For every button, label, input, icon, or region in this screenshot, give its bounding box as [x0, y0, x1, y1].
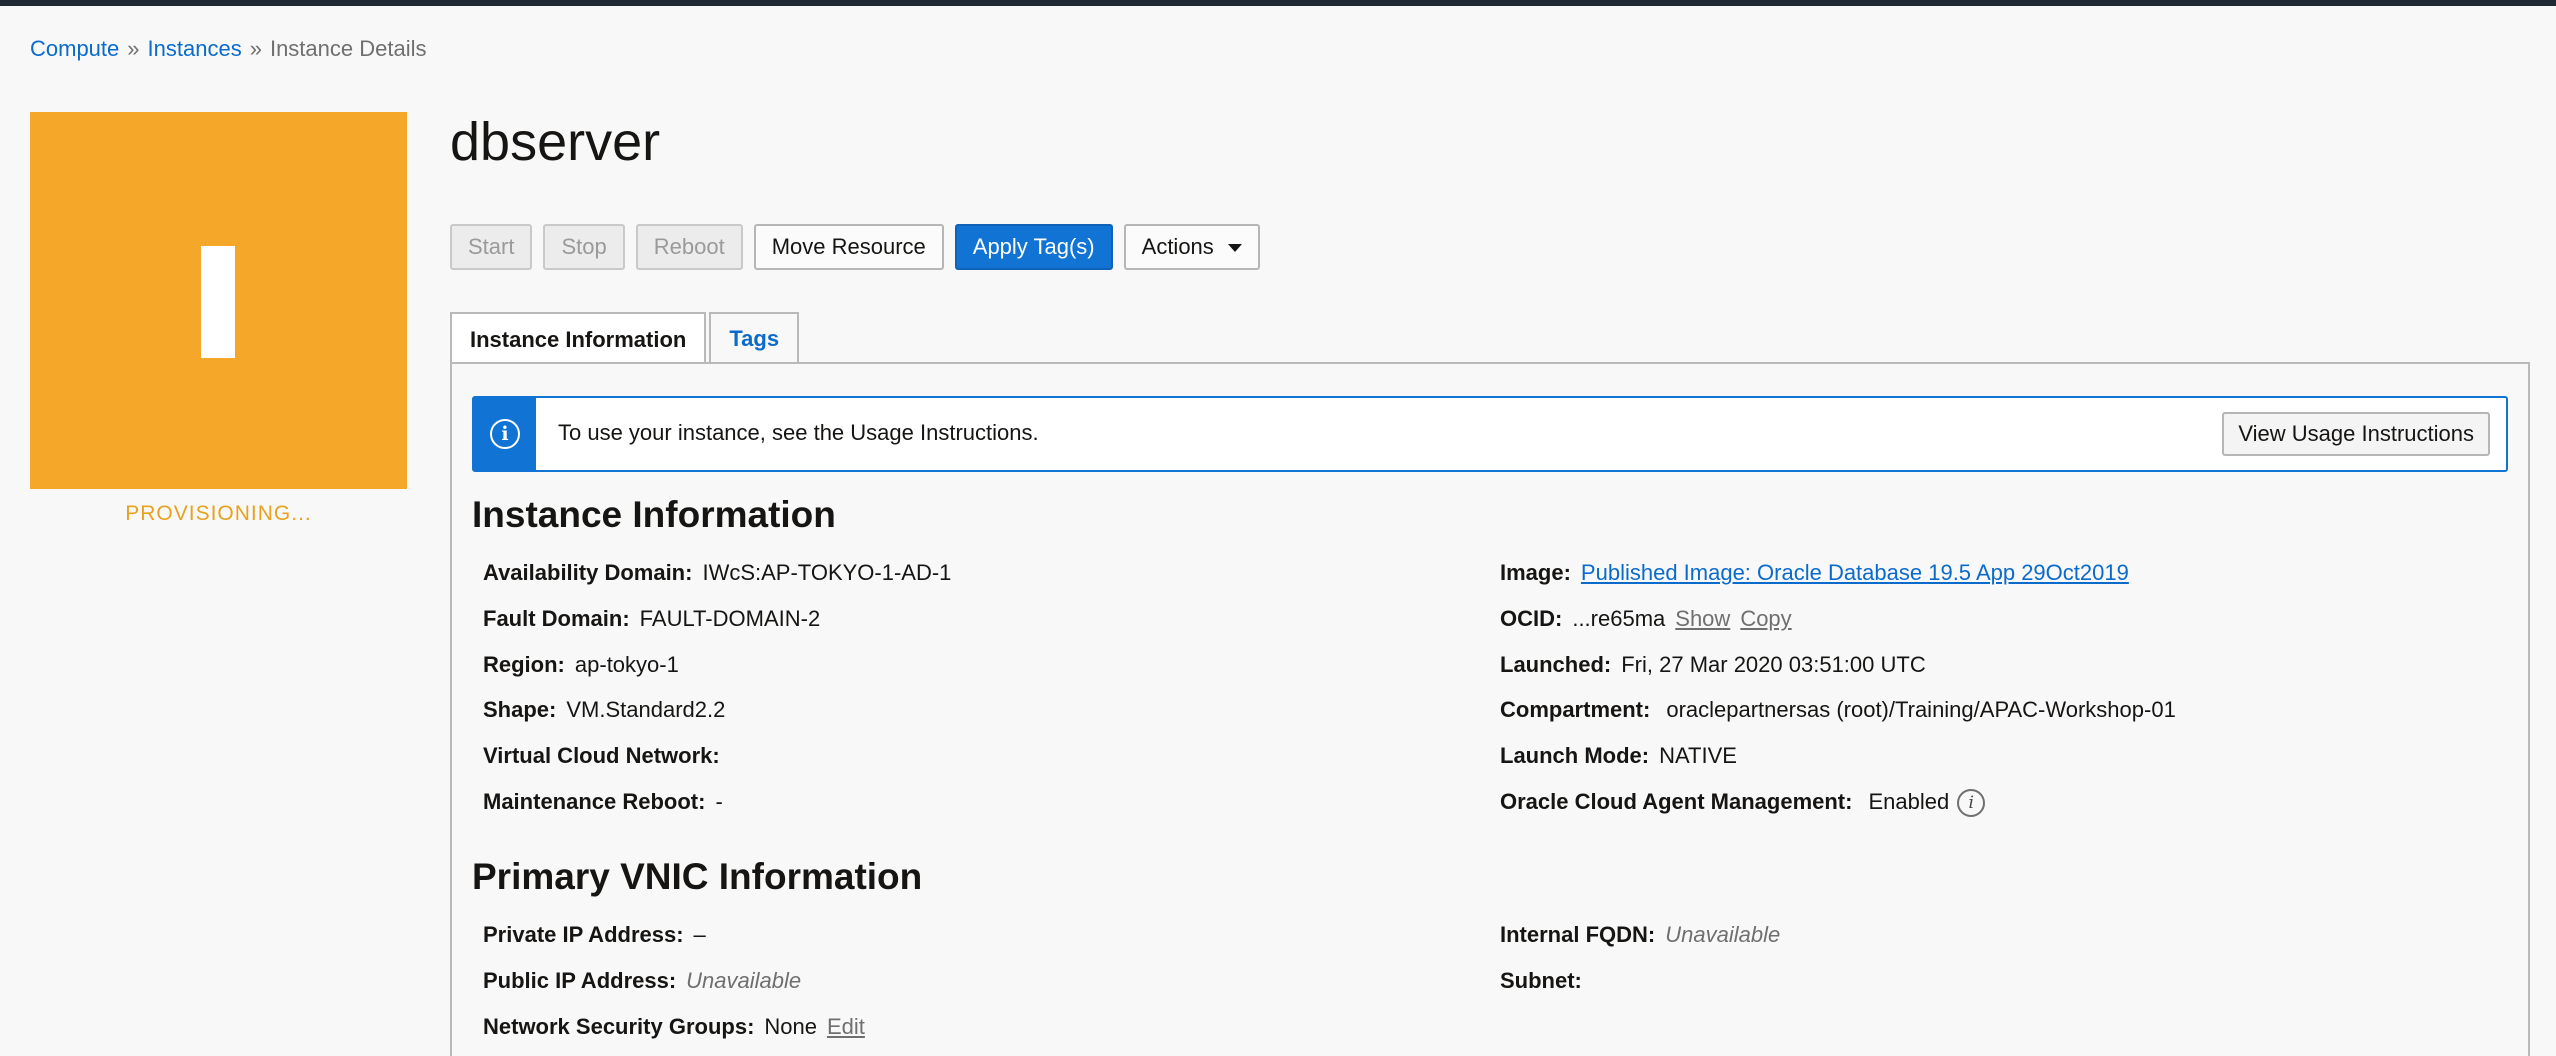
notice-text: To use your instance, see the Usage Inst…: [558, 420, 1039, 445]
field-value: Unavailable: [1665, 922, 1781, 947]
private-ip-field: Private IP Address: –: [483, 922, 706, 948]
tab-instance-information[interactable]: Instance Information: [450, 312, 707, 365]
launch-mode-field: Launch Mode: NATIVE: [1500, 743, 1737, 769]
field-value: ...re65ma: [1572, 606, 1666, 631]
field-label: Oracle Cloud Agent Management:: [1500, 789, 1853, 814]
region-field: Region: ap-tokyo-1: [483, 652, 679, 678]
ocid-field: OCID: ...re65ma Show Copy: [1500, 606, 1792, 632]
tab-bar: Instance Information Tags: [450, 312, 800, 365]
maintenance-reboot-field: Maintenance Reboot: -: [483, 789, 723, 815]
shape-field: Shape: VM.Standard2.2: [483, 697, 725, 723]
notice-icon-box: i: [474, 398, 536, 470]
field-label: Internal FQDN:: [1500, 922, 1656, 947]
primary-vnic-heading: Primary VNIC Information: [472, 856, 923, 897]
top-bar: [0, 0, 2556, 6]
field-value: NATIVE: [1659, 743, 1737, 768]
info-icon[interactable]: i: [1957, 789, 1986, 818]
field-label: Virtual Cloud Network:: [483, 743, 720, 768]
image-link[interactable]: Published Image: Oracle Database 19.5 Ap…: [1581, 560, 2129, 585]
reboot-button[interactable]: Reboot: [635, 224, 743, 270]
field-label: Availability Domain:: [483, 560, 693, 585]
field-value: –: [693, 922, 706, 947]
field-value: ap-tokyo-1: [574, 652, 679, 677]
field-label: Maintenance Reboot:: [483, 789, 706, 814]
actions-label: Actions: [1141, 234, 1214, 259]
ocid-show-link[interactable]: Show: [1675, 606, 1730, 631]
breadcrumb-separator: »: [249, 36, 262, 61]
field-value: VM.Standard2.2: [566, 697, 726, 722]
vcn-field: Virtual Cloud Network:: [483, 743, 730, 769]
tab-tags[interactable]: Tags: [709, 312, 800, 364]
field-label: Private IP Address:: [483, 922, 684, 947]
field-value: oraclepartnersas (root)/Training/APAC-Wo…: [1666, 697, 2176, 722]
breadcrumb: Compute » Instances » Instance Details: [30, 36, 426, 62]
nsg-field: Network Security Groups: None Edit: [483, 1014, 865, 1040]
field-label: Public IP Address:: [483, 968, 677, 993]
usage-notice: i To use your instance, see the Usage In…: [472, 396, 2508, 472]
agent-management-field: Oracle Cloud Agent Management: Enabled i: [1500, 789, 1986, 818]
field-value: Unavailable: [686, 968, 802, 993]
field-label: Compartment:: [1500, 697, 1651, 722]
caret-down-icon: [1227, 244, 1242, 252]
field-label: Image:: [1500, 560, 1571, 585]
instance-information-heading: Instance Information: [472, 494, 836, 535]
nsg-edit-link[interactable]: Edit: [827, 1014, 865, 1039]
launched-field: Launched: Fri, 27 Mar 2020 03:51:00 UTC: [1500, 652, 1926, 678]
ocid-copy-link[interactable]: Copy: [1740, 606, 1791, 631]
move-resource-button[interactable]: Move Resource: [753, 224, 944, 270]
page-title: dbserver: [450, 112, 661, 172]
field-value: IWcS:AP-TOKYO-1-AD-1: [702, 560, 952, 585]
breadcrumb-separator: »: [127, 36, 140, 61]
info-icon: i: [490, 419, 520, 449]
field-label: Network Security Groups:: [483, 1014, 755, 1039]
field-label: OCID:: [1500, 606, 1563, 631]
breadcrumb-instances-link[interactable]: Instances: [148, 36, 242, 61]
public-ip-field: Public IP Address: Unavailable: [483, 968, 801, 994]
field-label: Region:: [483, 652, 565, 677]
field-value: Fri, 27 Mar 2020 03:51:00 UTC: [1621, 652, 1926, 677]
instance-letter-icon: [201, 246, 235, 358]
view-usage-instructions-button[interactable]: View Usage Instructions: [2222, 412, 2490, 456]
field-value: FAULT-DOMAIN-2: [639, 606, 821, 631]
field-label: Shape:: [483, 697, 557, 722]
subnet-field: Subnet:: [1500, 968, 1592, 994]
action-toolbar: Start Stop Reboot Move Resource Apply Ta…: [450, 224, 1260, 270]
instance-state-label: PROVISIONING...: [125, 502, 312, 525]
breadcrumb-compute-link[interactable]: Compute: [30, 36, 119, 61]
field-label: Subnet:: [1500, 968, 1582, 993]
stop-button[interactable]: Stop: [543, 224, 625, 270]
availability-domain-field: Availability Domain: IWcS:AP-TOKYO-1-AD-1: [483, 560, 951, 586]
field-label: Launched:: [1500, 652, 1612, 677]
field-value: None: [764, 1014, 817, 1039]
fault-domain-field: Fault Domain: FAULT-DOMAIN-2: [483, 606, 820, 632]
start-button[interactable]: Start: [450, 224, 533, 270]
field-label: Launch Mode:: [1500, 743, 1650, 768]
field-value: Enabled: [1868, 789, 1950, 814]
compartment-field: Compartment: oraclepartnersas (root)/Trai…: [1500, 697, 2176, 723]
instance-status-tile: [30, 112, 407, 489]
field-label: Fault Domain:: [483, 606, 630, 631]
apply-tags-button[interactable]: Apply Tag(s): [954, 224, 1113, 270]
internal-fqdn-field: Internal FQDN: Unavailable: [1500, 922, 1780, 948]
breadcrumb-current: Instance Details: [269, 36, 427, 61]
actions-dropdown-button[interactable]: Actions: [1123, 224, 1260, 270]
field-value: -: [715, 789, 723, 814]
image-field: Image: Published Image: Oracle Database 1…: [1500, 560, 2129, 586]
